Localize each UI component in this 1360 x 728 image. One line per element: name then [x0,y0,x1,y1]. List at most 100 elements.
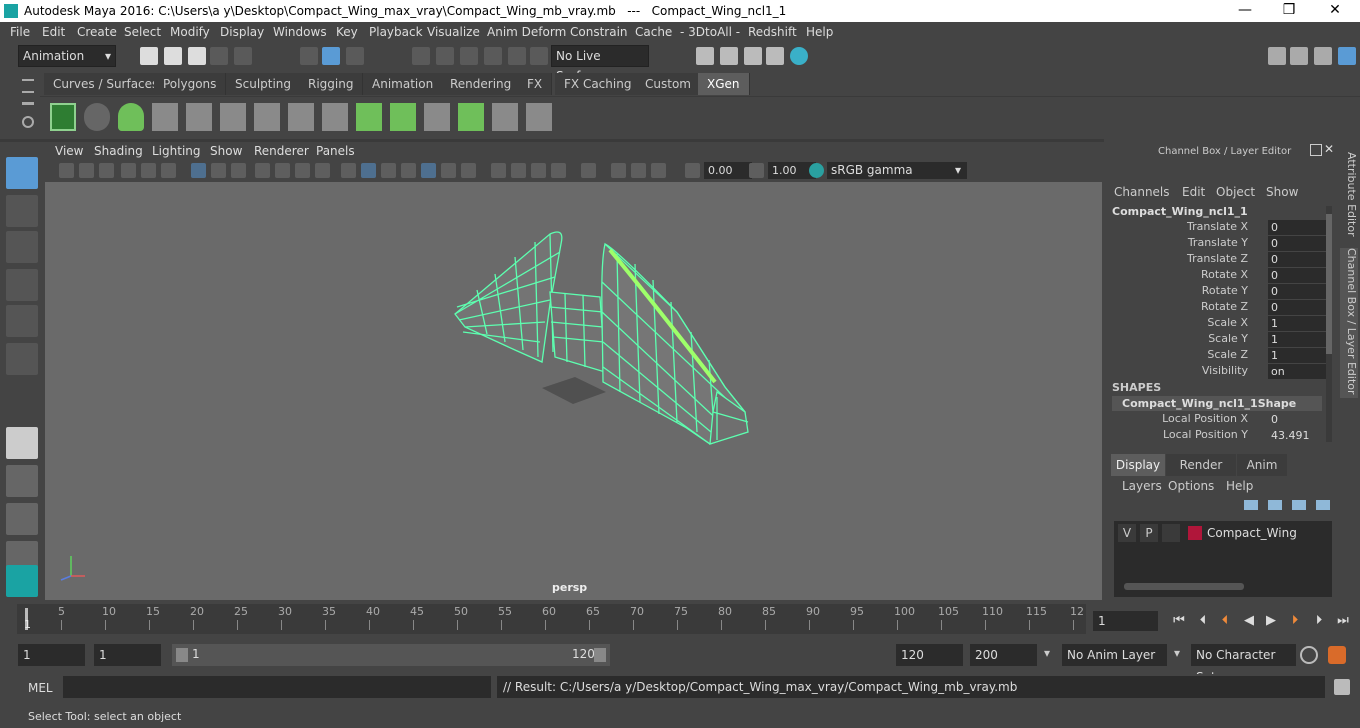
layer-playback-toggle[interactable]: P [1140,524,1158,542]
play-backwards-icon[interactable]: ◀ [1240,613,1258,629]
select-object-icon[interactable] [322,47,340,65]
xgen-insert-cv-icon[interactable] [254,103,280,131]
camera-attributes-icon[interactable] [79,163,94,178]
close-button[interactable]: ✕ [1320,2,1350,20]
isolate-select-icon[interactable] [581,163,596,178]
channel-row[interactable]: Rotate Z0 [1112,300,1331,316]
menu-3dtoall[interactable]: - 3DtoAll - [680,25,740,39]
shape-name-row[interactable]: Compact_Wing_ncl1_1Shape [1112,396,1322,411]
film-gate-icon[interactable] [211,163,226,178]
shadows-icon[interactable] [461,163,476,178]
menu-anim-deform[interactable]: Anim Deform [487,25,566,39]
safe-action-icon[interactable] [295,163,310,178]
xgen-curves-icon[interactable] [492,103,518,131]
channel-row[interactable]: Visibility on [1112,364,1331,380]
color-management-icon[interactable] [809,163,824,178]
view-transform-dropdown[interactable]: sRGB gamma ▾ [827,162,967,179]
image-plane-icon[interactable] [121,163,136,178]
field-chart-icon[interactable] [275,163,290,178]
grid-icon[interactable] [191,163,206,178]
render-settings-icon[interactable] [766,47,784,65]
xgen-add-guide-icon[interactable] [186,103,212,131]
layer-row[interactable]: V P Compact_Wing [1118,524,1330,542]
vp-menu-view[interactable]: View [55,144,83,158]
ambient-occlusion-icon[interactable] [491,163,506,178]
snap-point-icon[interactable] [460,47,478,65]
step-back-frame-icon[interactable]: ⏴ [1194,613,1212,629]
motion-blur-icon[interactable] [511,163,526,178]
shelf-menu-icon[interactable] [22,79,34,93]
shelf-tab-sculpting[interactable]: Sculpting [226,73,302,95]
safe-title-icon[interactable] [315,163,330,178]
channel-row[interactable]: Rotate X0 [1112,268,1331,284]
menu-windows[interactable]: Windows [273,25,327,39]
time-slider[interactable]: 1 5 10 15 20 25 30 35 40 45 50 55 60 65 70 75 80 85 90 95 1… [17,604,1086,634]
menu-set-dropdown[interactable]: Animation ▾ [18,45,116,67]
xgen-patch-icon[interactable] [390,103,416,131]
script-editor-icon[interactable] [1334,679,1350,695]
close-panel-icon[interactable]: ✕ [1324,142,1334,156]
shelf-tab-curves-surfaces[interactable]: Curves / Surfaces [44,73,169,95]
character-set-dropdown[interactable]: No Character Set [1191,644,1296,684]
float-panel-icon[interactable] [1310,144,1322,156]
channel-row[interactable]: Scale Y1 [1112,332,1331,348]
range-end-handle[interactable] [594,648,606,662]
shelf-tab-fx-caching[interactable]: FX Caching [555,73,642,95]
channel-row[interactable]: Translate Z0 [1112,252,1331,268]
snap-surface-icon[interactable] [508,47,526,65]
current-frame-field[interactable]: 1 [1093,611,1158,631]
shelf-tab-animation[interactable]: Animation [363,73,444,95]
snap-grid-icon[interactable] [412,47,430,65]
select-tool-icon[interactable] [6,157,38,189]
layer-visibility-toggle[interactable]: V [1118,524,1136,542]
gate-mask-icon[interactable] [255,163,270,178]
select-camera-icon[interactable] [59,163,74,178]
playback-start-field[interactable]: 1 [94,644,161,666]
move-layer-up-icon[interactable] [1244,500,1258,510]
new-layer-icon[interactable] [1292,500,1306,510]
maximize-button[interactable]: ❒ [1274,2,1304,20]
exposure-icon[interactable] [685,163,700,178]
four-view-layout-icon[interactable] [6,465,38,497]
le-menu-layers[interactable]: Layers [1122,479,1162,493]
gamma-icon[interactable] [749,163,764,178]
auto-key-icon[interactable] [1300,646,1318,664]
layer-display-type[interactable] [1162,524,1180,542]
channel-row[interactable]: Local Position X0 [1112,412,1328,428]
minimize-button[interactable]: — [1230,2,1260,20]
menu-edit[interactable]: Edit [42,25,65,39]
xgen-editor-icon[interactable] [50,103,76,131]
xgen-description-icon[interactable] [118,103,144,131]
rotate-tool-icon[interactable] [6,305,38,337]
wireframe-icon[interactable] [341,163,356,178]
xgen-lock-icon[interactable] [322,103,348,131]
xgen-sculpt-icon[interactable] [220,103,246,131]
toggle-tool-settings-icon[interactable] [1314,47,1332,65]
menu-redshift[interactable]: Redshift [748,25,797,39]
smooth-shade-icon[interactable] [361,163,376,178]
maya-home-icon[interactable] [6,565,38,597]
layer-tab-render[interactable]: Render [1166,454,1236,476]
snap-curve-icon[interactable] [436,47,454,65]
cb-menu-channels[interactable]: Channels [1114,185,1170,199]
cb-menu-edit[interactable]: Edit [1182,185,1205,199]
use-all-lights-icon[interactable] [441,163,456,178]
range-start-handle[interactable] [176,648,188,662]
hypershade-icon[interactable] [790,47,808,65]
move-layer-down-icon[interactable] [1268,500,1282,510]
mel-label[interactable]: MEL [28,681,53,695]
ipr-render-icon[interactable] [744,47,762,65]
shelf-settings-icon[interactable] [22,116,34,128]
textured-icon[interactable] [421,163,436,178]
step-forward-frame-icon[interactable]: ⏵ [1310,613,1328,629]
xgen-fur-icon[interactable] [458,103,484,131]
menu-help[interactable]: Help [806,25,833,39]
single-view-layout-icon[interactable] [6,427,38,459]
step-forward-key-icon[interactable]: ⏵ [1286,613,1304,629]
layer-tab-anim[interactable]: Anim [1237,454,1287,476]
live-surface-field[interactable]: No Live Surface [551,45,649,83]
channel-row[interactable]: Translate Y0 [1112,236,1331,252]
depth-of-field-icon[interactable] [551,163,566,178]
bookmark-icon[interactable] [99,163,114,178]
2d-pan-zoom-icon[interactable] [141,163,156,178]
